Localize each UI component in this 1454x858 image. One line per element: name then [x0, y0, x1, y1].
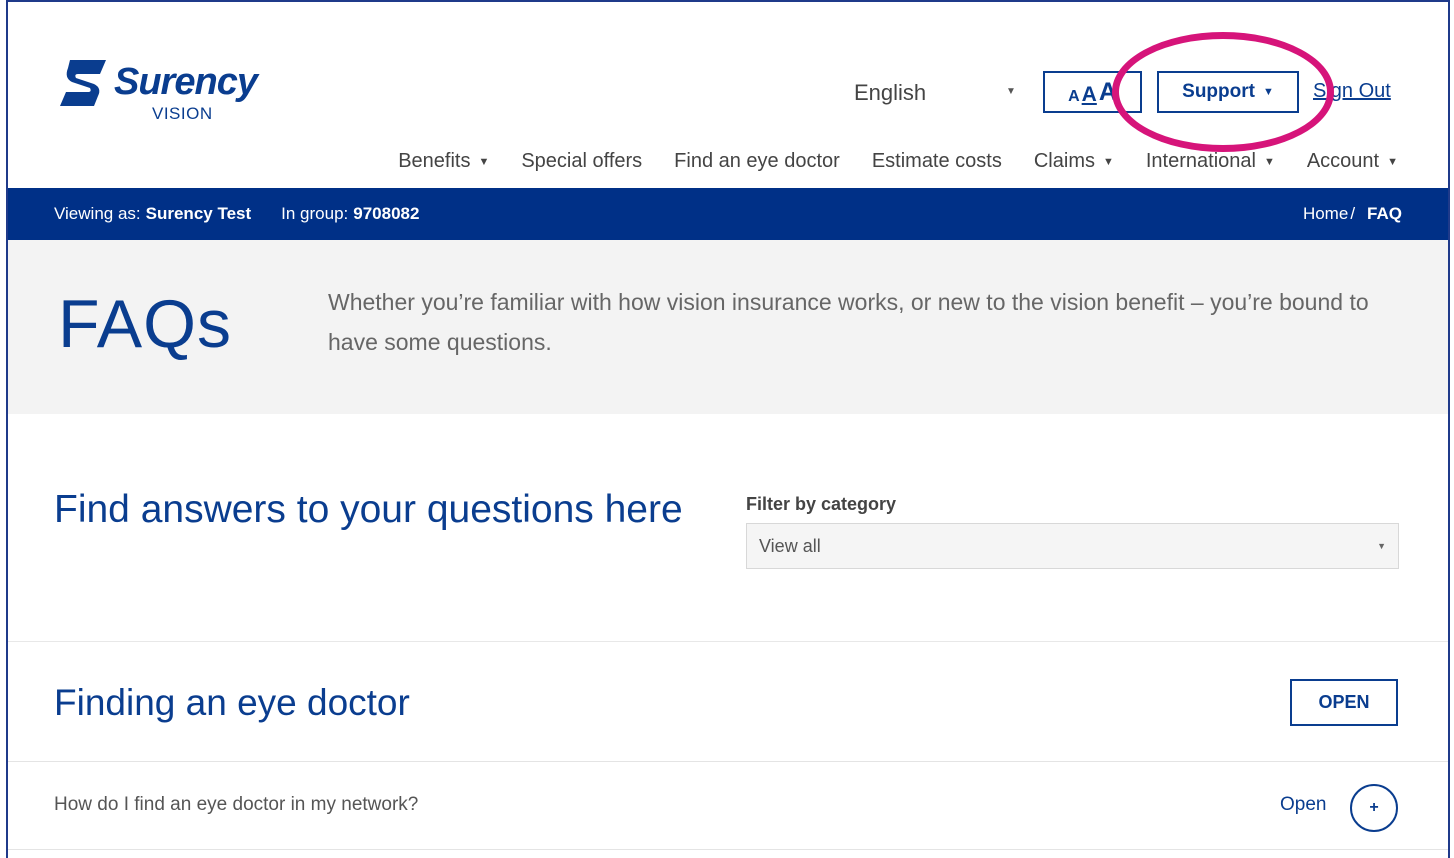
find-answers-heading: Find answers to your questions here [54, 488, 683, 531]
breadcrumb: Home / FAQ [1303, 204, 1402, 224]
page-frame: Surency VISION English ▼ A A A Support ▼… [6, 0, 1450, 858]
nav-benefits-label: Benefits [398, 150, 471, 172]
page-title: FAQs [58, 286, 233, 362]
nav-claims[interactable]: Claims ▼ [1034, 150, 1114, 173]
nav-find-eye-doctor-label: Find an eye doctor [674, 150, 840, 172]
sign-out-link[interactable]: Sign Out [1313, 80, 1391, 103]
nav-account-label: Account [1306, 150, 1380, 172]
hero-description: Whether you’re familiar with how vision … [328, 289, 1369, 355]
chevron-down-icon: ▼ [1263, 155, 1275, 168]
breadcrumb-separator: / [1350, 204, 1356, 223]
chevron-down-icon: ▼ [1387, 155, 1398, 168]
category-filter-select[interactable]: View all ▼ [746, 523, 1399, 569]
support-label: Support [1182, 81, 1255, 102]
nav-special-offers[interactable]: Special offers [521, 150, 642, 173]
support-button[interactable]: Support ▼ [1157, 71, 1299, 113]
nav-international-label: International [1145, 150, 1256, 172]
nav-international[interactable]: International ▼ [1146, 150, 1275, 173]
viewing-as-value: Surency Test [145, 204, 252, 223]
chevron-down-icon: ▼ [478, 155, 490, 168]
language-caret-icon[interactable]: ▼ [1006, 86, 1016, 97]
nav-special-offers-label: Special offers [521, 150, 643, 172]
breadcrumb-home[interactable]: Home [1303, 204, 1348, 224]
site-header: Surency VISION English ▼ A A A Support ▼… [8, 2, 1448, 188]
chevron-down-icon: ▼ [1102, 155, 1114, 168]
breadcrumb-current: FAQ [1367, 204, 1402, 223]
logo-wordmark: Surency [114, 60, 258, 103]
main-nav: Benefits ▼ Special offers Find an eye doc… [398, 150, 1398, 173]
nav-claims-label: Claims [1033, 150, 1095, 172]
group-value: 9708082 [353, 204, 420, 223]
section-open-button[interactable]: OPEN [1290, 679, 1398, 726]
question-open-label[interactable]: Open [1280, 794, 1326, 816]
viewing-as-label: Viewing as: [54, 204, 141, 223]
filter-label: Filter by category [746, 494, 897, 514]
category-filter-value: View all [759, 535, 821, 556]
language-select[interactable]: English [854, 80, 926, 106]
chevron-down-icon: ▼ [1377, 541, 1386, 551]
text-size-small[interactable]: A [1068, 89, 1080, 105]
text-size-button[interactable]: A A A [1043, 71, 1142, 113]
nav-find-eye-doctor[interactable]: Find an eye doctor [674, 150, 840, 173]
chevron-down-icon: ▼ [1262, 86, 1274, 98]
text-size-medium[interactable]: A [1082, 84, 1097, 105]
nav-benefits[interactable]: Benefits ▼ [398, 150, 489, 173]
logo-subtitle: VISION [152, 104, 213, 123]
surency-logo[interactable]: Surency VISION [56, 54, 258, 124]
faq-question-row[interactable]: How do I find an eye doctor in my networ… [8, 762, 1448, 850]
group-label: In group: [281, 204, 349, 223]
faq-section-finding-eye-doctor: Finding an eye doctor OPEN [8, 642, 1448, 762]
nav-estimate-costs-label: Estimate costs [871, 150, 1002, 172]
hero-banner: FAQs Whether you’re familiar with how vi… [8, 240, 1448, 414]
plus-icon[interactable]: + [1350, 784, 1398, 832]
member-info-bar: Viewing as: Surency Test In group: 97080… [8, 188, 1448, 240]
section-heading: Finding an eye doctor [54, 682, 410, 723]
nav-account[interactable]: Account ▼ [1307, 150, 1398, 173]
find-answers-section: Find answers to your questions here Filt… [8, 414, 1448, 642]
surency-logo-icon [60, 60, 106, 106]
nav-estimate-costs[interactable]: Estimate costs [872, 150, 1002, 173]
text-size-large[interactable]: A [1099, 80, 1117, 105]
question-text[interactable]: How do I find an eye doctor in my networ… [54, 794, 418, 816]
